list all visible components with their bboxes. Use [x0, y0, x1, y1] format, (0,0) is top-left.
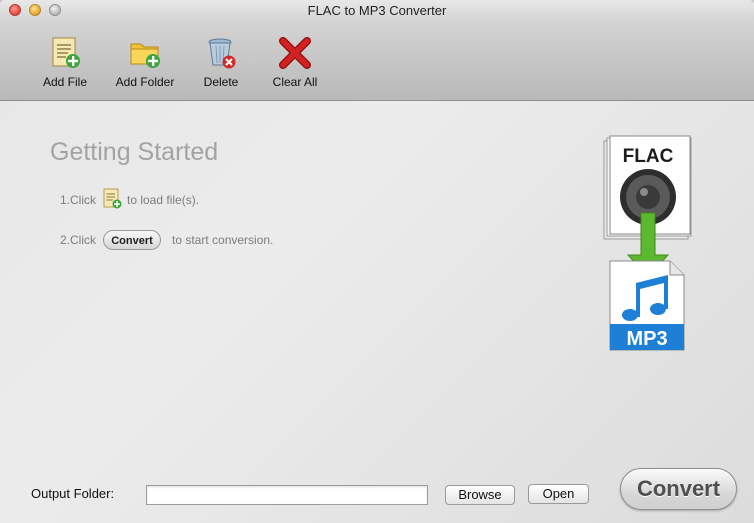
step-2-suffix: to start conversion.: [172, 233, 274, 247]
clear-all-button[interactable]: Clear All: [250, 36, 340, 89]
toolbar: Add File Add Folder Delete Clear All: [0, 22, 754, 101]
flac-to-mp3-illustration: FLAC MP3: [603, 135, 692, 351]
add-file-icon: [103, 188, 122, 209]
convert-hint-button: Convert: [103, 230, 161, 250]
red-x-icon: [279, 37, 311, 69]
open-button[interactable]: Open: [528, 484, 589, 504]
add-file-label: Add File: [42, 75, 88, 89]
app-window: FLAC to MP3 Converter Add File Add Folde…: [0, 0, 754, 523]
trash-icon: [208, 38, 236, 69]
getting-started-heading: Getting Started: [50, 138, 219, 166]
flac-label: FLAC: [623, 146, 674, 167]
browse-button[interactable]: Browse: [445, 485, 515, 505]
clear-all-label: Clear All: [272, 75, 318, 89]
step-1-suffix: to load file(s).: [127, 193, 200, 207]
mp3-label: MP3: [626, 328, 667, 350]
add-file-button[interactable]: Add File: [20, 36, 110, 89]
add-folder-icon: [130, 43, 160, 68]
convert-button[interactable]: Convert: [620, 468, 737, 510]
output-folder-input[interactable]: [146, 485, 428, 505]
add-file-icon: [52, 37, 80, 68]
title-bar[interactable]: FLAC to MP3 Converter: [0, 0, 754, 22]
step-1-prefix: 1.Click: [60, 193, 97, 207]
step-2-prefix: 2.Click: [60, 233, 97, 247]
output-folder-label: Output Folder:: [31, 486, 115, 501]
window-title: FLAC to MP3 Converter: [307, 3, 447, 18]
